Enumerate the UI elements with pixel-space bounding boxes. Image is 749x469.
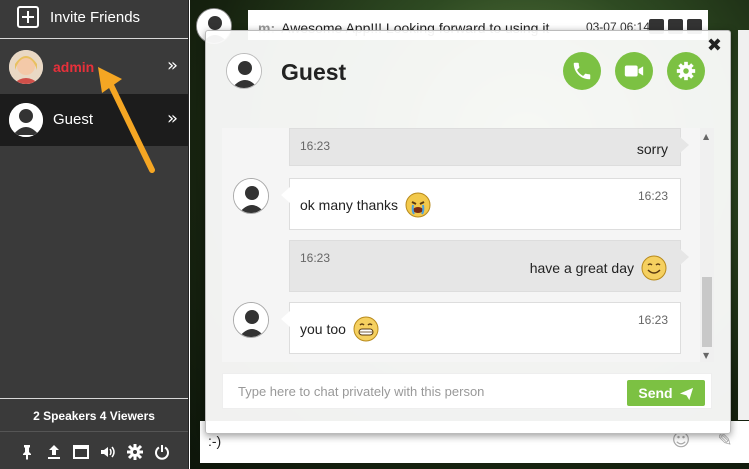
paper-plane-icon (679, 387, 693, 400)
send-label: Send (638, 385, 673, 401)
phone-icon (573, 62, 591, 80)
chat-log-scrollbar[interactable]: ▲ ▼ (700, 128, 714, 362)
grin-emoji-icon (353, 316, 379, 342)
scroll-down-icon[interactable]: ▼ (703, 351, 709, 360)
send-button[interactable]: Send (627, 380, 705, 406)
private-chat-dialog: ✖ Guest 16:23 sorry 16:23 ok many thanks (205, 30, 731, 434)
video-icon (624, 65, 644, 77)
message-text-content: ok many thanks (300, 197, 399, 213)
emoji-icon[interactable]: ☺ (671, 431, 691, 451)
private-chat-log: 16:23 sorry 16:23 ok many thanks 16:23 h… (222, 128, 714, 362)
power-icon[interactable] (153, 443, 171, 461)
guest-avatar (226, 53, 262, 89)
message-text-content: sorry (636, 141, 668, 157)
invite-friends-button[interactable]: Invite Friends (0, 0, 188, 39)
double-chevron-right-icon[interactable]: » (167, 108, 178, 129)
message-text-content: you too (300, 321, 346, 337)
guest-avatar (233, 302, 269, 338)
user-name-guest: Guest (53, 111, 94, 128)
user-name-admin: admin (53, 59, 95, 75)
guest-avatar (233, 178, 269, 214)
smile-emoji-icon (641, 255, 667, 281)
upload-icon[interactable] (45, 443, 63, 461)
close-icon[interactable]: ✖ (707, 35, 722, 56)
message-text: sorry (637, 141, 668, 157)
message-time: 16:23 (300, 251, 331, 265)
message-time: 16:23 (637, 313, 668, 327)
message-text: you too (300, 315, 380, 343)
crying-emoji-icon (405, 192, 431, 218)
chat-message-sent: 16:23 sorry (289, 128, 689, 166)
pin-icon[interactable] (18, 443, 36, 461)
message-text: ok many thanks (300, 191, 432, 219)
attachment-icon[interactable]: ✎ (715, 431, 735, 451)
message-text-content: have a great day (529, 260, 634, 276)
audience-stats: 2 Speakers 4 Viewers (0, 398, 188, 432)
double-chevron-right-icon[interactable]: » (167, 55, 178, 76)
private-chat-input[interactable] (223, 374, 623, 408)
chat-settings-button[interactable] (667, 52, 705, 90)
private-chat-input-bar: Send (222, 373, 712, 409)
chat-scrollbar[interactable] (738, 30, 749, 420)
volume-icon[interactable] (99, 443, 117, 461)
message-time: 16:23 (637, 189, 668, 203)
scroll-up-icon[interactable]: ▲ (703, 132, 709, 141)
main-chat-input-value: :-) (208, 433, 222, 449)
chat-message-sent: 16:23 have a great day (289, 240, 689, 292)
chat-message-received: 16:23 you too (281, 302, 681, 354)
gear-icon (676, 61, 696, 81)
sidebar-toolbar (0, 440, 188, 464)
plus-icon (17, 6, 39, 28)
invite-friends-label: Invite Friends (50, 9, 141, 26)
window-icon[interactable] (72, 443, 90, 461)
video-call-button[interactable] (615, 52, 653, 90)
chat-message-received: 16:23 ok many thanks (281, 178, 681, 230)
scroll-thumb[interactable] (702, 277, 712, 347)
message-text: have a great day (530, 254, 668, 282)
message-time: 16:23 (300, 139, 331, 153)
gear-icon[interactable] (126, 443, 144, 461)
phone-call-button[interactable] (563, 52, 601, 90)
user-row-admin[interactable]: admin » (0, 41, 188, 93)
guest-avatar (9, 103, 43, 137)
dialog-title: Guest (281, 59, 347, 85)
sidebar: Invite Friends admin » Guest » 2 Speaker… (0, 0, 189, 469)
admin-avatar (9, 50, 43, 84)
user-row-guest[interactable]: Guest » (0, 94, 188, 146)
